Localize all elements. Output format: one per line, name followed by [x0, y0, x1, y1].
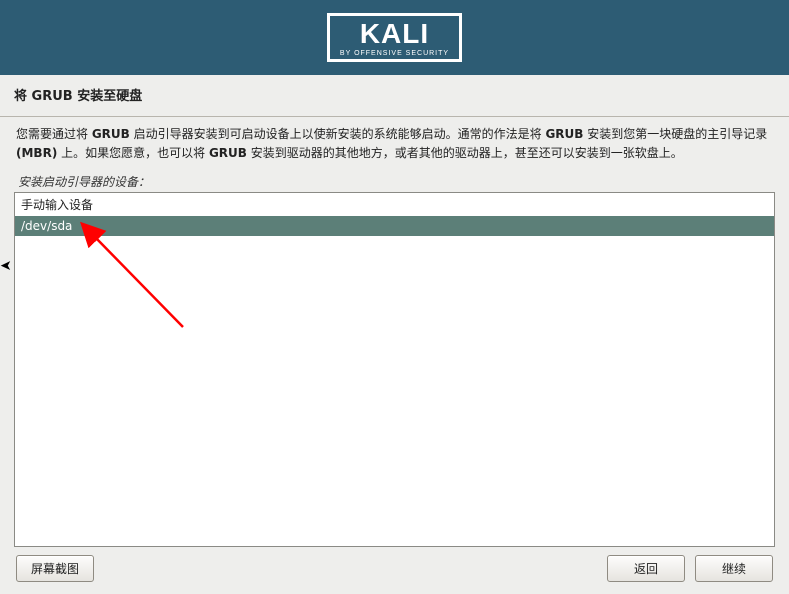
continue-button[interactable]: 继续 [695, 555, 773, 582]
content-area: 您需要通过将 GRUB 启动引导器安装到可启动设备上以使新安装的系统能够启动。通… [0, 117, 789, 547]
kali-logo-text: KALI [340, 20, 449, 48]
kali-logo: KALI BY OFFENSIVE SECURITY [327, 13, 462, 62]
installer-header: KALI BY OFFENSIVE SECURITY [0, 0, 789, 75]
description-text: 您需要通过将 GRUB 启动引导器安装到可启动设备上以使新安装的系统能够启动。通… [14, 125, 775, 167]
kali-logo-subtitle: BY OFFENSIVE SECURITY [340, 50, 449, 57]
list-item-manual-entry[interactable]: 手动输入设备 [15, 193, 774, 216]
list-item-dev-sda[interactable]: /dev/sda [15, 216, 774, 236]
bottom-button-bar: 屏幕截图 返回 继续 [0, 545, 789, 594]
back-button[interactable]: 返回 [607, 555, 685, 582]
step-title: 将 GRUB 安装至硬盘 [0, 75, 789, 117]
device-field-label: 安装启动引导器的设备： [18, 173, 775, 190]
screenshot-button[interactable]: 屏幕截图 [16, 555, 94, 582]
device-listbox[interactable]: 手动输入设备 /dev/sda [14, 192, 775, 547]
